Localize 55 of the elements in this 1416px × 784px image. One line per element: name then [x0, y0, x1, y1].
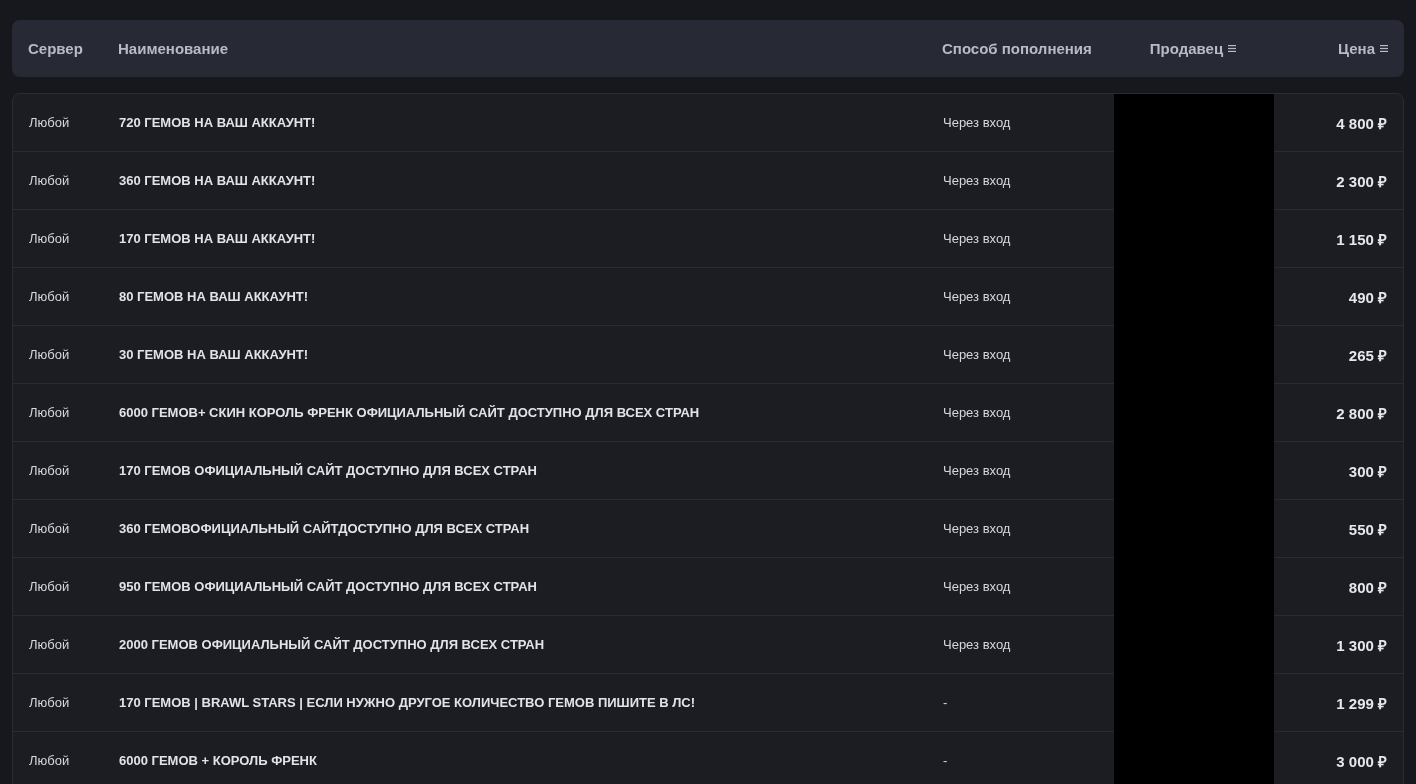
price-cell-text: 800 ₽: [1348, 577, 1387, 597]
server-cell: Любой: [29, 637, 70, 652]
method-cell: -: [943, 753, 948, 768]
server-cell: Любой: [29, 463, 70, 478]
product-name-link[interactable]: 80 ГЕМОВ НА ВАШ АККАУНТ!: [119, 289, 309, 304]
product-name-link[interactable]: 950 ГЕМОВ ОФИЦИАЛЬНЫЙ САЙТ ДОСТУПНО ДЛЯ ВСЕХ СТРАН: [119, 579, 537, 594]
method-cell: Через вход: [943, 463, 1011, 478]
method-cell: Через вход: [943, 173, 1011, 188]
price-cell-text: 1 299 ₽: [1336, 693, 1387, 713]
method-cell: Через вход: [943, 579, 1011, 594]
column-header[interactable]: Продавец: [1149, 40, 1224, 57]
price-cell-text: 1 150 ₽: [1336, 229, 1387, 249]
price-cell-text: 2 800 ₽: [1336, 403, 1387, 423]
product-name-link[interactable]: 30 ГЕМОВ НА ВАШ АККАУНТ!: [119, 347, 309, 362]
server-cell: Любой: [29, 695, 70, 710]
product-name-link[interactable]: 170 ГЕМОВ НА ВАШ АККАУНТ!: [119, 231, 316, 246]
price-cell-text: 300 ₽: [1348, 461, 1387, 481]
column-header[interactable]: Цена: [1338, 40, 1375, 57]
server-cell: Любой: [29, 347, 70, 362]
price-cell-text: 265 ₽: [1348, 345, 1387, 365]
server-cell: Любой: [29, 521, 70, 536]
price-cell-text: 550 ₽: [1348, 519, 1387, 539]
product-name-link[interactable]: 360 ГЕМОВОФИЦИАЛЬНЫЙ САЙТДОСТУПНО ДЛЯ ВСЕХ СТРАН: [119, 521, 530, 536]
server-cell: Любой: [29, 289, 70, 304]
method-cell: Через вход: [943, 115, 1011, 130]
server-cell: Любой: [29, 579, 70, 594]
method-cell: Через вход: [943, 231, 1011, 246]
product-name-link[interactable]: 6000 ГЕМОВ + КОРОЛЬ ФРЕНК: [119, 753, 317, 768]
price-cell-text: 4 800 ₽: [1336, 113, 1387, 133]
product-name-link[interactable]: 360 ГЕМОВ НА ВАШ АККАУНТ!: [119, 173, 316, 188]
sort-icon[interactable]: [1228, 45, 1237, 52]
price-cell-text: 3 000 ₽: [1336, 751, 1387, 771]
column-header: Способ пополнения: [942, 40, 1092, 57]
price-cell-text: 490 ₽: [1348, 287, 1387, 307]
product-name-link[interactable]: 2000 ГЕМОВ ОФИЦИАЛЬНЫЙ САЙТ ДОСТУПНО ДЛЯ ВСЕХ СТРАН: [119, 637, 545, 652]
server-cell: Любой: [29, 753, 70, 768]
price-cell-text: 2 300 ₽: [1336, 171, 1387, 191]
product-name-link[interactable]: 6000 ГЕМОВ+ СКИН КОРОЛЬ ФРЕНК ОФИЦИАЛЬНЫЙ САЙТ ДОСТУПНО ДЛЯ ВСЕХ СТРАН: [119, 405, 700, 420]
method-cell: Через вход: [943, 637, 1011, 652]
method-cell: Через вход: [943, 289, 1011, 304]
method-cell: -: [943, 695, 948, 710]
column-header: Сервер: [28, 40, 83, 57]
price-cell-text: 1 300 ₽: [1336, 635, 1387, 655]
product-name-link[interactable]: 170 ГЕМОВ | BRAWL STARS | ЕСЛИ НУЖНО ДРУГОЕ КОЛИЧЕСТВО ГЕМОВ ПИШИТЕ В ЛС!: [119, 695, 696, 710]
server-cell: Любой: [29, 115, 70, 130]
column-header: Наименование: [118, 40, 229, 57]
method-cell: Через вход: [943, 521, 1011, 536]
product-name-link[interactable]: 720 ГЕМОВ НА ВАШ АККАУНТ!: [119, 115, 316, 130]
product-name-link[interactable]: 170 ГЕМОВ ОФИЦИАЛЬНЫЙ САЙТ ДОСТУПНО ДЛЯ ВСЕХ СТРАН: [119, 463, 537, 478]
server-cell: Любой: [29, 231, 70, 246]
method-cell: Через вход: [943, 347, 1011, 362]
server-cell: Любой: [29, 173, 70, 188]
method-cell: Через вход: [943, 405, 1011, 420]
server-cell: Любой: [29, 405, 70, 420]
sort-icon[interactable]: [1380, 45, 1388, 52]
